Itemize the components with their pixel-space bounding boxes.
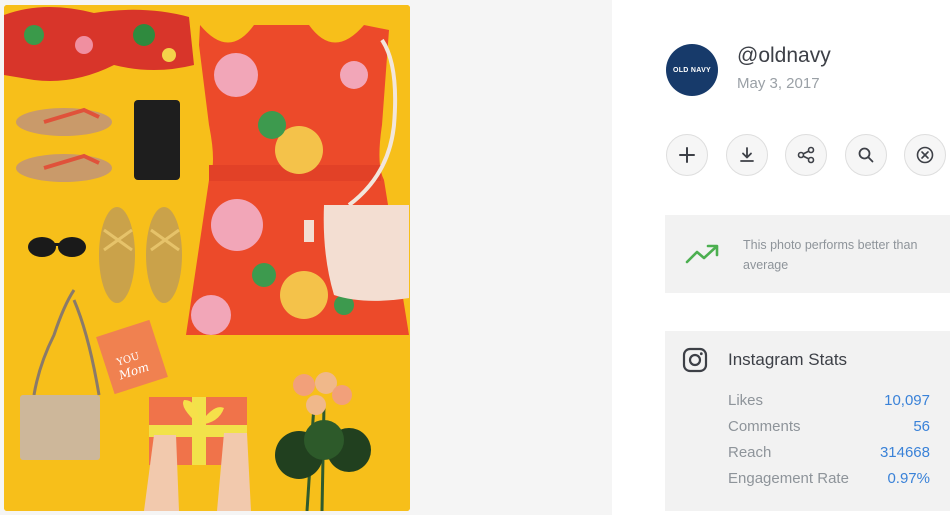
stat-row-comments: Comments 56 (728, 418, 930, 438)
stats-title: Instagram Stats (728, 350, 848, 369)
stat-value: 314668 (879, 444, 930, 461)
download-icon (740, 147, 754, 162)
stat-value: 56 (913, 418, 930, 435)
photo-panel: YOU Mom (0, 0, 612, 515)
search-icon (858, 147, 874, 163)
search-button[interactable] (845, 134, 887, 176)
remove-button[interactable] (904, 134, 946, 176)
avatar[interactable]: OLD NAVY (666, 44, 718, 96)
details-panel: OLD NAVY @oldnavy May 3, 2017 This photo… (612, 0, 950, 515)
instagram-icon (682, 347, 708, 373)
stat-label: Reach (728, 444, 772, 461)
stat-label: Likes (728, 392, 764, 409)
stat-row-reach: Reach 314668 (728, 444, 930, 464)
avatar-text: OLD NAVY (672, 66, 712, 74)
stat-label: Comments (728, 418, 801, 435)
add-button[interactable] (666, 134, 708, 176)
share-icon (797, 146, 815, 164)
username-link[interactable]: @oldnavy (737, 44, 831, 68)
performance-card: This photo performs better than average (665, 215, 950, 293)
post-photo[interactable]: YOU Mom (4, 5, 410, 511)
post-date: May 3, 2017 (737, 75, 820, 92)
instagram-stats-card: Instagram Stats Likes 10,097 Comments 56… (665, 331, 950, 511)
stat-label: Engagement Rate (728, 470, 849, 487)
share-button[interactable] (785, 134, 827, 176)
close-icon (916, 146, 934, 164)
plus-icon (679, 147, 695, 163)
download-button[interactable] (726, 134, 768, 176)
stat-row-likes: Likes 10,097 (728, 392, 930, 412)
performance-text: This photo performs better than average (743, 238, 918, 272)
stat-row-engagement-rate: Engagement Rate 0.97% (728, 470, 930, 490)
trending-up-icon (685, 244, 719, 264)
stat-value: 10,097 (884, 392, 930, 409)
stat-value: 0.97% (887, 470, 930, 487)
flatlay-image: YOU Mom (4, 5, 410, 511)
